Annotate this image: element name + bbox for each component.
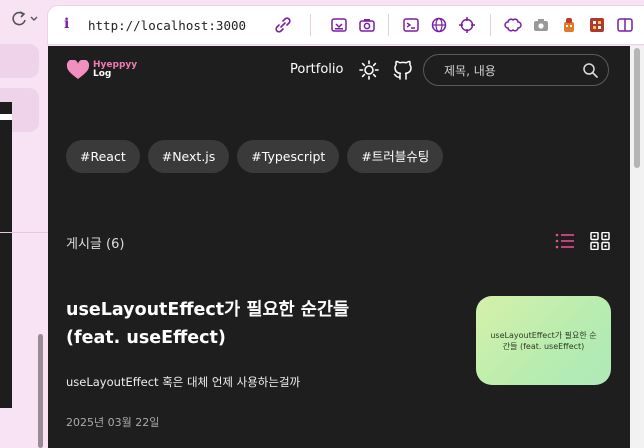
search-box[interactable] <box>423 54 609 86</box>
sidebar-icon[interactable] <box>616 16 634 34</box>
post-description: useLayoutEffect 혹은 대체 언제 사용하는걸까 <box>66 375 301 389</box>
logo-line2: Log <box>93 69 112 79</box>
target-icon[interactable] <box>458 16 476 34</box>
site-info-icon[interactable]: i <box>64 16 69 32</box>
search-icon[interactable] <box>582 62 598 78</box>
extension-icon[interactable] <box>504 16 522 34</box>
post-date: 2025년 03월 22일 <box>66 416 160 429</box>
post-thumbnail-text: useLayoutEffect가 필요한 순간들 (feat. useEffec… <box>490 330 597 351</box>
globe-icon[interactable] <box>430 16 448 34</box>
reload-icon[interactable] <box>9 9 39 29</box>
url-text[interactable]: http://localhost:3000 <box>88 18 246 33</box>
page-scrollbar[interactable] <box>630 46 644 448</box>
post-thumbnail[interactable]: useLayoutEffect가 필요한 순간들 (feat. useEffec… <box>476 296 611 385</box>
sun-icon[interactable] <box>359 60 379 80</box>
save-icon[interactable] <box>330 16 348 34</box>
side-scrollbar[interactable] <box>38 334 43 448</box>
camera-icon[interactable] <box>532 16 550 34</box>
tag-chip[interactable]: #React <box>66 140 140 173</box>
site-logo[interactable]: Hyeppyy Log <box>66 60 137 80</box>
screenshot-icon[interactable] <box>358 16 376 34</box>
blog-page: Hyeppyy Log Portfolio #React #Next.js #T… <box>48 46 630 448</box>
tag-chip[interactable]: #Typescript <box>237 140 340 173</box>
post-count: 게시글 (6) <box>66 237 125 252</box>
nav-portfolio-link[interactable]: Portfolio <box>290 62 343 77</box>
toolbar-separator <box>490 14 491 36</box>
divider <box>0 232 48 233</box>
browser-side-strip <box>0 0 48 448</box>
toolbar-separator <box>310 14 311 36</box>
address-bar[interactable]: i http://localhost:3000 <box>48 6 644 44</box>
link-icon[interactable] <box>274 16 292 34</box>
tag-chip[interactable]: #트러블슈팅 <box>347 140 444 173</box>
tag-chip[interactable]: #Next.js <box>147 140 230 173</box>
scrollbar-thumb[interactable] <box>634 48 640 168</box>
heart-icon <box>66 60 90 79</box>
search-input[interactable] <box>442 61 576 81</box>
terminal-icon[interactable] <box>402 16 420 34</box>
pet-icon[interactable] <box>560 16 578 34</box>
grid-view-icon[interactable] <box>590 232 610 250</box>
post-title[interactable]: useLayoutEffect가 필요한 순간들 (feat. useEffec… <box>66 296 376 352</box>
github-icon[interactable] <box>393 60 413 80</box>
background-window-edge <box>0 102 12 408</box>
side-tab[interactable] <box>0 44 39 78</box>
tag-list: #React #Next.js #Typescript #트러블슈팅 <box>66 140 444 173</box>
toolbar-separator <box>388 14 389 36</box>
list-view-icon[interactable] <box>555 232 575 250</box>
puzzle-icon[interactable] <box>588 16 606 34</box>
